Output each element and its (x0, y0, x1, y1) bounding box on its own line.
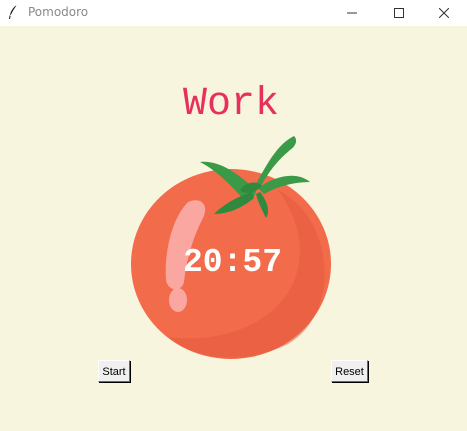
window-title: Pomodoro (28, 5, 89, 19)
start-button[interactable]: Start (98, 360, 130, 382)
maximize-button[interactable] (376, 0, 422, 26)
pomodoro-window: Pomodoro Work 20:57 Start Reset (0, 0, 467, 431)
minimize-button[interactable] (329, 0, 375, 26)
mode-heading: Work (182, 82, 279, 127)
close-button[interactable] (421, 0, 467, 26)
reset-button[interactable]: Reset (331, 360, 368, 382)
minimize-icon (347, 12, 357, 14)
countdown-timer: 20:57 (182, 244, 283, 281)
feather-icon (9, 4, 18, 19)
title-bar[interactable]: Pomodoro (0, 0, 467, 26)
close-icon (439, 8, 449, 18)
maximize-icon (394, 8, 404, 18)
